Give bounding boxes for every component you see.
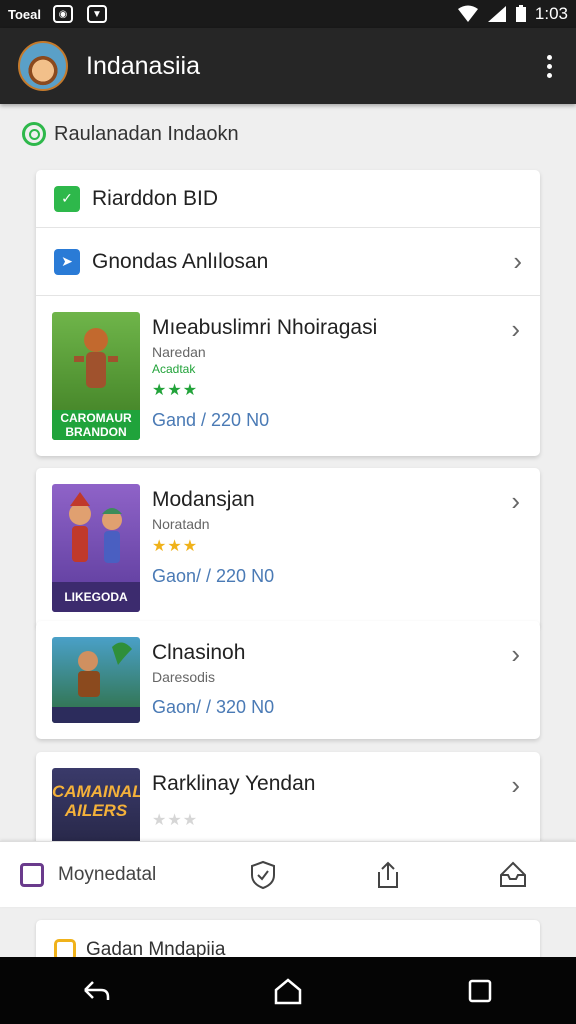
game-list-item[interactable]: CAROMAUR BRANDON Mıeabuslimri Nhoiragasi… — [36, 296, 540, 456]
signal-icon — [487, 6, 506, 22]
rating-stars: ★★★ — [152, 812, 199, 829]
game-thumbnail: CAROMAUR BRANDON — [52, 312, 140, 440]
game-caption: CAROMAUR BRANDON — [52, 410, 140, 440]
character-art-icon — [69, 492, 122, 563]
bottom-action-bar: Moynedatal — [0, 841, 576, 907]
app-bar: Indanasiia — [0, 28, 576, 104]
game-subtitle: Noratadn — [152, 516, 210, 532]
bottom-bar-label: Moynedatal — [58, 863, 157, 885]
home-button[interactable] — [258, 971, 318, 1011]
recents-button[interactable] — [450, 971, 510, 1011]
shield-button[interactable] — [200, 842, 325, 907]
notification-icon: ◉ — [53, 5, 73, 23]
game-title: Modansjan — [152, 488, 255, 511]
rating-stars: ★★★ — [152, 382, 199, 399]
game-thumbnail: CAMAINAL AILERS — [52, 768, 140, 852]
game-price: Gaon/ / 220 N0 — [152, 566, 275, 586]
game-tag: Acadtak — [152, 362, 196, 376]
system-nav-bar — [0, 957, 576, 1024]
wifi-icon — [457, 5, 478, 22]
section-header: Raulanadan Indaokn — [22, 122, 239, 146]
list-item[interactable]: ➤ Gnondas Anlılosan › — [36, 228, 540, 296]
battery-icon — [515, 5, 526, 22]
game-logo-text: CAMAINAL AILERS — [52, 782, 140, 820]
shield-icon — [250, 860, 275, 889]
overflow-menu-icon[interactable] — [541, 49, 558, 84]
shopping-bag-icon: ▼ — [87, 5, 107, 23]
game-caption: LIKEGODA — [52, 582, 140, 612]
game-title: Mıeabuslimri Nhoiragasi — [152, 316, 378, 339]
chevron-right-icon: › — [513, 246, 522, 276]
inbox-button[interactable] — [451, 842, 576, 907]
avatar[interactable] — [18, 41, 68, 91]
back-icon — [84, 980, 110, 1000]
share-button[interactable] — [325, 842, 450, 907]
section-title: Raulanadan Indaokn — [54, 122, 239, 145]
inbox-icon — [500, 861, 527, 887]
game-thumbnail — [52, 637, 140, 723]
game-subtitle: Daresodis — [152, 669, 216, 685]
share-icon — [377, 861, 398, 888]
app-icon: ➤ — [54, 248, 80, 275]
character-art-icon — [74, 328, 118, 388]
top-card: ✓ Riarddon BID ➤ Gnondas Anlılosan › CAR… — [36, 170, 540, 456]
square-icon — [20, 862, 44, 887]
page-title: Indanasiia — [86, 51, 200, 80]
game-subtitle: Naredan — [152, 344, 206, 360]
game-card[interactable]: LIKEGODA Modansjan Noratadn ★★★ Gaon/ / … — [36, 468, 540, 628]
my-data-button[interactable]: Moynedatal — [0, 842, 200, 907]
chevron-right-icon: › — [511, 639, 520, 669]
chevron-right-icon: › — [511, 314, 520, 344]
game-card[interactable]: Clnasinoh Daresodis Gaon/ / 320 N0 › — [36, 621, 540, 739]
status-bar: Toeal ◉ ▼ 1:03 — [0, 0, 576, 28]
chevron-right-icon: › — [511, 770, 520, 800]
check-icon: ✓ — [54, 185, 80, 212]
game-thumbnail: LIKEGODA — [52, 484, 140, 612]
back-button[interactable] — [66, 971, 126, 1011]
game-card[interactable]: CAMAINAL AILERS Rarklinay Yendan ★★★ › — [36, 752, 540, 852]
list-item-label: Riarddon BID — [92, 186, 219, 210]
game-title: Clnasinoh — [152, 641, 246, 664]
recents-icon — [468, 979, 492, 1002]
shield-icon — [22, 122, 46, 146]
carrier-label: Toeal — [8, 6, 41, 22]
rating-stars: ★★★ — [152, 538, 199, 555]
game-price: Gaon/ / 320 N0 — [152, 697, 275, 717]
home-icon — [274, 977, 302, 1004]
character-art-icon — [78, 642, 132, 697]
game-caption — [52, 707, 140, 723]
list-item[interactable]: ✓ Riarddon BID — [36, 170, 540, 228]
game-title: Rarklinay Yendan — [152, 772, 316, 795]
list-item-label: Gnondas Anlılosan — [92, 249, 269, 273]
chevron-right-icon: › — [511, 486, 520, 516]
clock: 1:03 — [534, 4, 568, 23]
game-price: Gand / 220 N0 — [152, 410, 270, 430]
